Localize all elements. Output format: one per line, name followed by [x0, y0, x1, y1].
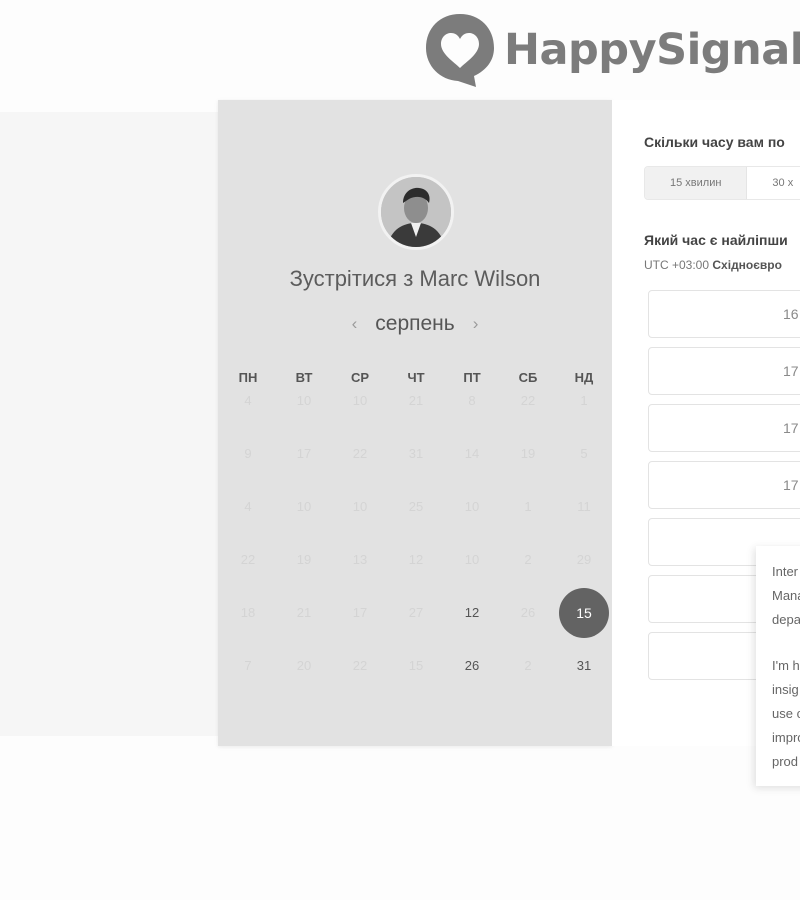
calendar-day[interactable]: 31	[559, 641, 609, 691]
timezone-label[interactable]: UTC +03:00 Східноєвро	[644, 258, 782, 272]
calendar-day-selected[interactable]: 15	[559, 588, 609, 638]
bio-line: depa	[772, 612, 800, 627]
calendar-day: 27	[408, 605, 424, 620]
page-background-panel	[0, 112, 220, 736]
duration-question: Скільки часу вам по	[644, 134, 785, 150]
heart-speech-bubble-icon	[424, 12, 496, 88]
calendar-day[interactable]: 26	[447, 641, 497, 691]
calendar-day: 5	[580, 446, 588, 461]
calendar-day: 2	[524, 552, 532, 567]
calendar-day: 4	[244, 393, 252, 408]
calendar-day: 1	[580, 393, 588, 408]
calendar-day: 10	[464, 552, 480, 567]
calendar-panel: Зустрітися з Marc Wilson ‹ серпень › ПН …	[218, 100, 612, 746]
calendar-day: 21	[408, 393, 424, 408]
duration-option-15[interactable]: 15 хвилин	[645, 167, 748, 199]
time-slot[interactable]: 16	[648, 290, 800, 338]
calendar-day: 10	[296, 499, 312, 514]
calendar-day: 10	[296, 393, 312, 408]
calendar-day: 1	[524, 499, 532, 514]
calendar-day: 9	[244, 446, 252, 461]
calendar-day: 4	[244, 499, 252, 514]
calendar-day: 25	[408, 499, 424, 514]
current-month: серпень	[375, 312, 455, 335]
calendar-day: 29	[576, 552, 592, 567]
timezone-name: Східноєвро	[712, 258, 782, 272]
calendar-day: 19	[520, 446, 536, 461]
chevron-right-icon[interactable]: ›	[473, 314, 479, 334]
calendar-day: 22	[352, 446, 368, 461]
calendar-day: 8	[468, 393, 476, 408]
calendar-day: 17	[352, 605, 368, 620]
calendar-day: 10	[352, 393, 368, 408]
meeting-title: Зустрітися з Marc Wilson	[289, 266, 541, 291]
calendar-day: 22	[240, 552, 256, 567]
calendar-day: 20	[296, 658, 312, 673]
calendar-day: 13	[352, 552, 368, 567]
bio-line: I'm h	[772, 658, 800, 673]
calendar-day: 21	[296, 605, 312, 620]
bio-line: insig	[772, 682, 799, 697]
bio-line: impro	[772, 730, 800, 745]
calendar-day: 18	[240, 605, 256, 620]
bio-line: use c	[772, 706, 800, 721]
chevron-left-icon[interactable]: ‹	[352, 314, 358, 334]
bio-line: Inter	[772, 564, 799, 579]
brand-name: HappySignals	[504, 25, 800, 75]
duration-selector: 15 хвилин 30 х	[644, 166, 800, 200]
time-slot[interactable]: 17	[648, 404, 800, 452]
bio-line: Mana	[772, 588, 800, 603]
timezone-offset: UTC +03:00	[644, 258, 710, 272]
bio-popup: Inter Mana depa I'm h insig use c impro …	[756, 546, 800, 786]
calendar-day: 15	[408, 658, 424, 673]
calendar-day: 12	[408, 552, 424, 567]
month-navigation: ‹ серпень ›	[218, 312, 612, 336]
calendar-day[interactable]: 12	[447, 588, 497, 638]
calendar-day: 22	[520, 393, 536, 408]
time-slot[interactable]: 17	[648, 461, 800, 509]
happysignals-logo: HappySignals	[424, 10, 800, 90]
calendar-day: 19	[296, 552, 312, 567]
calendar-day: 11	[577, 499, 591, 514]
calendar-day: 7	[244, 658, 252, 673]
time-question: Який час є найліпши	[644, 232, 788, 248]
calendar-day: 26	[520, 605, 536, 620]
duration-option-30[interactable]: 30 х	[747, 167, 800, 199]
calendar-day: 10	[464, 499, 480, 514]
calendar-day: 10	[352, 499, 368, 514]
calendar-day: 31	[408, 446, 424, 461]
calendar-day: 2	[524, 658, 532, 673]
avatar	[378, 174, 454, 250]
time-slot[interactable]: 17	[648, 347, 800, 395]
bio-line: prod	[772, 754, 799, 769]
calendar-day: 22	[352, 658, 368, 673]
calendar-day: 17	[296, 446, 312, 461]
calendar-day: 14	[464, 446, 480, 461]
